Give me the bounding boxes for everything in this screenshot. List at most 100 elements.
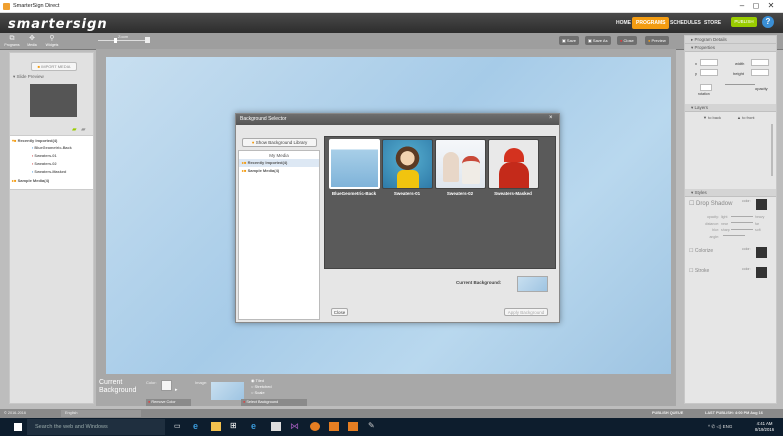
widgets-button[interactable]: ⚲ Widgets	[43, 35, 61, 48]
styles-header[interactable]: ▾ Styles	[685, 189, 776, 197]
shadow-opacity-slider[interactable]	[731, 216, 753, 217]
ie-icon[interactable]: e	[251, 421, 256, 431]
app-icon	[3, 3, 10, 10]
delete-icon[interactable]: ▰	[81, 126, 86, 133]
minimize-icon[interactable]: –	[735, 1, 749, 10]
search-box[interactable]: Search the web and Windows	[27, 419, 165, 435]
height-input[interactable]	[751, 69, 769, 76]
program-details-header[interactable]: ▸ Program Details	[685, 36, 776, 44]
last-publish: LAST PUBLISH: 4:00 PM Aug 16	[705, 411, 763, 415]
help-icon[interactable]: ?	[762, 16, 774, 28]
task-view-icon[interactable]: ▭	[174, 422, 181, 430]
y-input[interactable]	[700, 69, 718, 76]
select-background-button[interactable]: ● Select Background	[241, 399, 307, 406]
dialog-folder-sample[interactable]: ▸■ Sample Media(4)	[242, 168, 279, 173]
save-button[interactable]: ▣ Save	[559, 36, 580, 45]
remove-color-button[interactable]: ● Remove Color	[146, 399, 191, 406]
colorize-label: Colorize	[694, 248, 714, 254]
shadow-params-max: heavy far soft	[755, 214, 764, 234]
rotation-label: rotation	[698, 92, 710, 96]
to-back-button[interactable]: ▼ to back	[703, 115, 721, 120]
dialog-folder-recent[interactable]: ▸■ Recently Imported(4)	[239, 159, 319, 167]
shadow-color-swatch[interactable]	[756, 199, 767, 210]
start-icon[interactable]	[14, 423, 22, 431]
nav-schedules[interactable]: SCHEDULES	[670, 20, 701, 26]
app-icon-3[interactable]	[329, 422, 339, 431]
stroke-color-swatch[interactable]	[756, 267, 767, 278]
system-tray[interactable]: ^ ✆ ◁) ENG	[708, 424, 732, 430]
shadow-blur-slider[interactable]	[731, 229, 753, 230]
dialog-close-button[interactable]: Close	[331, 308, 348, 316]
color-label: Color:	[146, 380, 157, 385]
tile-sweaters-02[interactable]	[435, 139, 486, 189]
tree-item[interactable]: ▪ Sweaters-02	[32, 162, 57, 166]
color-swatch[interactable]	[161, 380, 172, 391]
bg-image-thumb[interactable]	[211, 382, 244, 400]
programs-icon: ⧉	[9, 35, 15, 42]
close-program-button[interactable]: ● Close	[617, 36, 637, 45]
preview-button[interactable]: ● Preview	[645, 36, 669, 45]
rotation-input[interactable]	[700, 84, 712, 91]
dialog-close-icon[interactable]: ×	[549, 115, 553, 121]
bg-mode-options[interactable]: ◉ Tiled ○ Stretched ○ Scale	[251, 378, 272, 396]
zoom-fit-icon[interactable]	[145, 37, 150, 43]
image-label: Image:	[195, 380, 208, 385]
language-select[interactable]: English	[61, 410, 141, 417]
colorize-toggle[interactable]: ☐ Colorize	[689, 248, 713, 254]
to-front-button[interactable]: ▲ to front	[737, 115, 755, 120]
vs-icon[interactable]: ⋈	[290, 421, 299, 432]
tree-folder-sample[interactable]: ▸■ Sample Media(4)	[12, 178, 49, 183]
slide-preview-thumb	[30, 84, 77, 117]
apply-background-button[interactable]: Apply Background	[504, 308, 548, 316]
color-dropdown-icon[interactable]: ▸	[175, 387, 178, 393]
stroke-toggle[interactable]: ☐ Stroke	[689, 268, 709, 274]
folder-icon: ▸■	[12, 178, 17, 183]
tree-folder-recent[interactable]: ▾■ Recently Imported(4)	[12, 138, 57, 143]
programs-button[interactable]: ⧉ Programs	[3, 35, 21, 48]
file-explorer-icon[interactable]	[211, 422, 221, 431]
folder-icon: ▸■	[242, 168, 247, 173]
folder-icon: ▾■	[12, 138, 17, 143]
save-as-button[interactable]: ▣ Save As	[585, 36, 611, 45]
media-button[interactable]: ✥ Media	[23, 35, 41, 48]
tile-sweaters-01[interactable]	[382, 139, 433, 189]
tree-item-label: Sweaters-02	[34, 162, 57, 166]
app-icon-4[interactable]	[348, 422, 358, 431]
x-input[interactable]	[700, 59, 718, 66]
clock[interactable]: 4:41 AM 8/19/2016	[755, 421, 774, 433]
nav-home[interactable]: HOME	[616, 20, 631, 26]
tile-sweaters-masked[interactable]	[488, 139, 539, 189]
app-icon-1[interactable]	[271, 422, 281, 431]
app-icon-2[interactable]	[310, 422, 320, 431]
edge-icon[interactable]: e	[193, 421, 198, 431]
properties-header[interactable]: ▾ Properties	[685, 44, 776, 52]
width-input[interactable]	[751, 59, 769, 66]
add-folder-icon[interactable]: ▰	[72, 126, 77, 133]
drop-shadow-toggle[interactable]: ☐ Drop Shadow	[689, 200, 732, 207]
layers-header[interactable]: ▾ Layers	[685, 104, 776, 112]
publish-button[interactable]: PUBLISH	[731, 17, 757, 27]
nav-store[interactable]: STORE	[704, 20, 721, 26]
import-media-button[interactable]: ■ IMPORT MEDIA	[31, 62, 77, 71]
zoom-slider[interactable]	[98, 40, 146, 41]
shadow-angle-label: angle:	[709, 234, 719, 239]
tree-item[interactable]: ▪ BlueGeometric-Back	[32, 146, 72, 150]
publish-queue-link[interactable]: PUBLISH QUEUE	[652, 411, 683, 415]
tile-bluegeometric[interactable]	[329, 139, 380, 189]
option-scale[interactable]: ○ Scale	[251, 390, 272, 396]
shadow-angle-slider[interactable]	[723, 235, 745, 236]
tree-item[interactable]: ▪ Sweaters-Masked	[32, 170, 66, 174]
zoom-handle[interactable]	[114, 38, 117, 43]
media-tree: ▾■ Recently Imported(4) ▪ BlueGeometric-…	[10, 135, 93, 190]
app-icon-5[interactable]: ✎	[368, 421, 375, 430]
show-library-button[interactable]: ● Show Background Library	[242, 138, 317, 147]
layers-scrollbar[interactable]	[771, 124, 773, 176]
store-icon[interactable]: ⊞	[230, 421, 237, 430]
colorize-color-swatch[interactable]	[756, 247, 767, 258]
nav-programs[interactable]: PROGRAMS	[632, 17, 670, 29]
close-icon[interactable]: ✕	[764, 1, 778, 10]
opacity-slider[interactable]	[725, 84, 755, 85]
maximize-icon[interactable]: ◻	[749, 1, 763, 10]
shadow-distance-slider[interactable]	[731, 222, 753, 223]
tree-item[interactable]: ▪ Sweaters-01	[32, 154, 57, 158]
